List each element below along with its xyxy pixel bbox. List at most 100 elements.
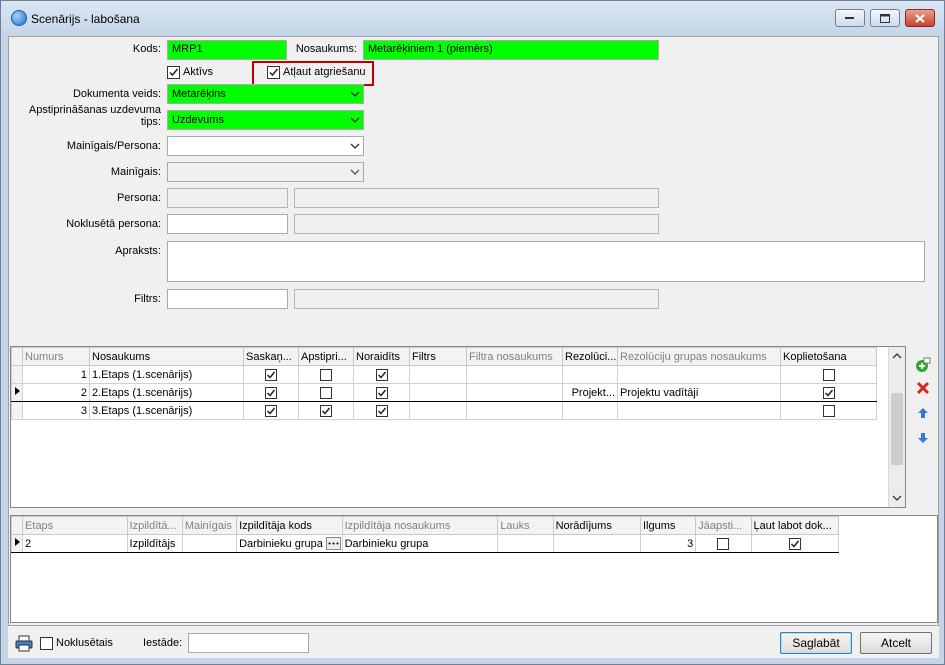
cell-noraidits[interactable] [353,365,410,384]
noklusetais-checkbox[interactable] [40,637,53,650]
col-laut-labot[interactable]: Ļaut labot dok... [750,516,840,535]
stages-scrollbar[interactable] [888,347,905,507]
nosaukums-field[interactable]: Metarēķiniem 1 (piemērs) [363,40,659,60]
maximize-button[interactable] [870,9,900,27]
mainigais-persona-select[interactable] [167,136,364,156]
minimize-button[interactable] [835,9,865,27]
checkbox-checked[interactable] [320,404,332,417]
col-koplietosana[interactable]: Koplietošana [780,347,877,366]
col-izpilditaja[interactable]: Izpildītā... [126,516,183,535]
checkbox-checked[interactable] [375,404,388,417]
cell-filtra-nosaukums [466,365,563,384]
cell-mainigais [181,534,238,553]
check-icon [169,68,179,77]
current-row-arrow-icon [15,538,20,546]
scroll-thumb[interactable] [891,393,903,465]
check-icon [377,407,386,415]
stages-grid[interactable]: Numurs Nosaukums Saskaņ... Apstipri... N… [10,346,906,508]
scroll-up-icon [892,353,902,359]
checkbox-unchecked[interactable] [822,368,835,381]
cell-etaps: 2 [22,534,128,553]
filtrs-code-field[interactable] [167,289,288,309]
scroll-down-icon [892,495,902,501]
col-noradijums[interactable]: Norādījums [552,516,642,535]
kods-field[interactable]: MRP1 [167,40,287,60]
cell-noraidits[interactable] [353,401,410,420]
cell-saskan[interactable] [243,401,299,420]
table-row[interactable]: 1 1.Etaps (1.scenārijs) [11,365,877,384]
cell-laut-labot[interactable] [750,534,840,553]
persona-code-field[interactable] [167,188,288,208]
close-button[interactable] [905,9,935,27]
mainigais-select[interactable] [167,162,364,182]
cell-apstipr[interactable] [298,383,354,402]
col-noraidits[interactable]: Noraidīts [353,347,410,366]
cell-koplietosana[interactable] [780,401,877,420]
cell-izpilditaja-kods[interactable]: Darbinieku grupa [236,534,343,553]
dok-veids-select[interactable]: Metarēķins [167,84,364,104]
checkbox-checked[interactable] [375,368,388,381]
ellipsis-button[interactable] [325,537,341,550]
move-down-button[interactable] [914,429,932,447]
cell-koplietosana[interactable] [780,383,877,402]
row-indicator-header [11,347,23,366]
col-rezoluc[interactable]: Rezolūci... [562,347,618,366]
atlaut-checkbox[interactable] [267,66,280,79]
cell-saskan[interactable] [243,383,299,402]
checkbox-checked[interactable] [265,404,277,417]
col-filtrs[interactable]: Filtrs [409,347,467,366]
col-etaps[interactable]: Etaps [22,516,128,535]
col-saskan[interactable]: Saskaņ... [243,347,299,366]
checkbox-checked[interactable] [265,386,277,399]
delete-row-button[interactable] [914,379,932,397]
checkbox-unchecked[interactable] [822,404,835,417]
col-numurs[interactable]: Numurs [22,347,90,366]
col-izpilditaja-kods[interactable]: Izpildītāja kods [236,516,343,535]
executors-table: Etaps Izpildītā... Mainīgais Izpildītāja… [10,516,840,553]
checkbox-checked[interactable] [822,386,835,399]
col-jaapstipr[interactable]: Jāapsti... [695,516,752,535]
col-mainigais[interactable]: Mainīgais [181,516,238,535]
aktivs-checkbox[interactable] [167,66,180,79]
add-row-button[interactable] [914,356,932,374]
executors-grid[interactable]: Etaps Izpildītā... Mainīgais Izpildītāja… [10,515,938,623]
cell-rezoluc: Projekt... [562,383,618,402]
cell-saskan[interactable] [243,365,299,384]
col-filtra-nosaukums[interactable]: Filtra nosaukums [466,347,563,366]
col-rezoluc-grupas[interactable]: Rezolūciju grupas nosaukums [617,347,781,366]
check-icon [266,389,276,397]
cell-apstipr[interactable] [298,365,354,384]
iestade-field[interactable] [188,633,309,653]
col-nosaukums[interactable]: Nosaukums [89,347,244,366]
cell-noraidits[interactable] [353,383,410,402]
checkbox-checked[interactable] [265,368,277,381]
col-izpilditaja-nosaukums[interactable]: Izpildītāja nosaukums [341,516,499,535]
cell-jaapstipr[interactable] [695,534,752,553]
col-ilgums[interactable]: Ilgums [639,516,697,535]
checkbox-checked[interactable] [788,537,801,550]
nokl-persona-code-field[interactable] [167,214,288,234]
apstipr-select[interactable]: Uzdevums [167,110,364,130]
apraksts-textarea[interactable] [167,241,925,282]
checkbox-checked[interactable] [375,386,388,399]
cell-koplietosana[interactable] [780,365,877,384]
checkbox-unchecked[interactable] [320,386,332,399]
table-row[interactable]: 3 3.Etaps (1.scenārijs) [11,401,877,420]
print-button[interactable] [14,633,34,653]
move-up-button[interactable] [914,404,932,422]
stages-table: Numurs Nosaukums Saskaņ... Apstipri... N… [11,347,877,420]
check-icon [790,540,799,548]
check-icon [824,389,833,397]
cancel-button[interactable]: Atcelt [860,632,932,654]
col-lauks[interactable]: Lauks [497,516,554,535]
cell-nosaukums: 2.Etaps (1.scenārijs) [89,383,244,402]
checkbox-unchecked[interactable] [320,368,332,381]
apstipr-label-line2: tips: [140,116,161,128]
save-button[interactable]: Saglabāt [780,632,852,654]
table-row-selected[interactable]: 2 2.Etaps (1.scenārijs) Projekt... Proje… [11,383,877,402]
cell-apstipr[interactable] [298,401,354,420]
table-row-selected[interactable]: 2 Izpildītājs Darbinieku grupa Darbiniek… [10,534,840,553]
checkbox-unchecked[interactable] [717,537,730,550]
add-icon [916,357,931,372]
col-apstipr[interactable]: Apstipri... [298,347,354,366]
